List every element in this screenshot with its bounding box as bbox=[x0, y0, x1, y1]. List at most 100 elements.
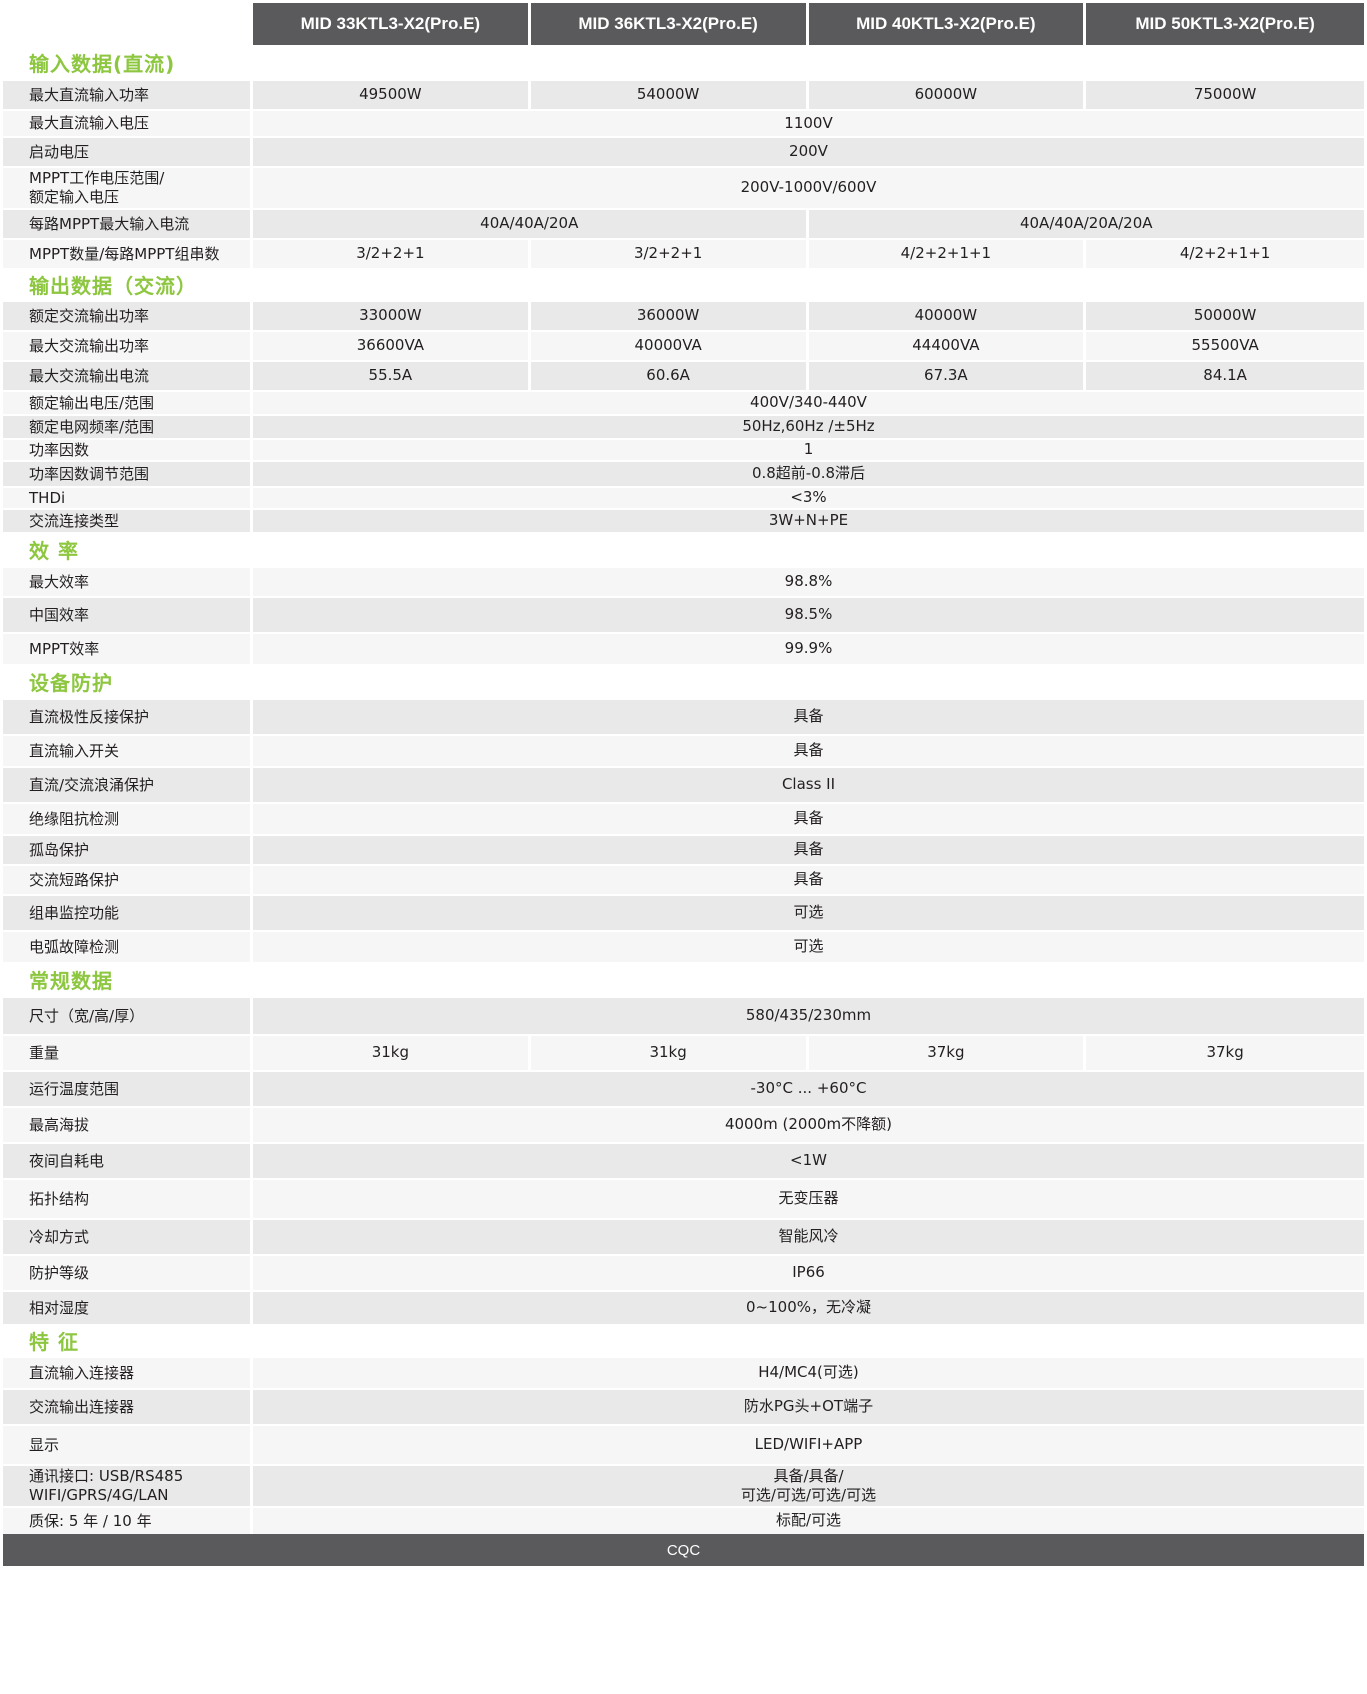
row-label: 孤岛保护 bbox=[3, 834, 253, 864]
table-row: 冷却方式 智能风冷 bbox=[3, 1218, 1364, 1254]
table-row: 功率因数 1 bbox=[3, 438, 1364, 460]
table-row: THDi <3% bbox=[3, 486, 1364, 508]
row-value: 55500VA bbox=[1086, 330, 1364, 360]
row-value: 75000W bbox=[1086, 79, 1364, 109]
row-value: 具备 bbox=[253, 698, 1364, 734]
row-value: 具备 bbox=[253, 802, 1364, 834]
table-row: 额定输出电压/范围 400V/340-440V bbox=[3, 390, 1364, 414]
model-header-1: MID 33KTL3-X2(Pro.E) bbox=[253, 3, 531, 45]
row-value: 0~100%，无冷凝 bbox=[253, 1290, 1364, 1324]
table-body: 输入数据(直流) 最大直流输入功率 49500W 54000W 60000W 75000W… bbox=[3, 45, 1364, 1534]
row-label: 中国效率 bbox=[3, 596, 253, 632]
row-label: 冷却方式 bbox=[3, 1218, 253, 1254]
row-value: 40A/40A/20A bbox=[253, 208, 809, 238]
table-row: MPPT数量/每路MPPT组串数 3/2+2+1 3/2+2+1 4/2+2+1+1 4… bbox=[3, 238, 1364, 268]
table-row: MPPT工作电压范围/ 额定输入电压 200V-1000V/600V bbox=[3, 166, 1364, 208]
table-row: 电弧故障检测 可选 bbox=[3, 930, 1364, 962]
row-value: <3% bbox=[253, 486, 1364, 508]
row-label: 最大直流输入功率 bbox=[3, 79, 253, 109]
table-header: MID 33KTL3-X2(Pro.E) MID 36KTL3-X2(Pro.E… bbox=[3, 3, 1364, 45]
row-value: 标配/可选 bbox=[253, 1506, 1364, 1534]
table-row: 额定电网频率/范围 50Hz,60Hz /±5Hz bbox=[3, 414, 1364, 438]
row-label: 相对湿度 bbox=[3, 1290, 253, 1324]
table-row: 通讯接口: USB/RS485 WIFI/GPRS/4G/LAN 具备/具备/ 可… bbox=[3, 1464, 1364, 1506]
table-row: 最大直流输入电压 1100V bbox=[3, 109, 1364, 136]
row-label: 功率因数 bbox=[3, 438, 253, 460]
table-row: 拓扑结构 无变压器 bbox=[3, 1178, 1364, 1218]
row-label: 每路MPPT最大输入电流 bbox=[3, 208, 253, 238]
row-label: 最大直流输入电压 bbox=[3, 109, 253, 136]
section-title: 输入数据(直流) bbox=[3, 45, 1364, 79]
row-value: 36600VA bbox=[253, 330, 531, 360]
row-value: <1W bbox=[253, 1142, 1364, 1178]
table-row: 运行温度范围 -30°C ... +60°C bbox=[3, 1070, 1364, 1106]
row-label: 交流连接类型 bbox=[3, 508, 253, 532]
row-value: 1 bbox=[253, 438, 1364, 460]
row-value: H4/MC4(可选) bbox=[253, 1356, 1364, 1388]
row-value: 具备/具备/ 可选/可选/可选/可选 bbox=[253, 1464, 1364, 1506]
table-row: 直流/交流浪涌保护 Class II bbox=[3, 766, 1364, 802]
row-value: 4/2+2+1+1 bbox=[1086, 238, 1364, 268]
row-label: 夜间自耗电 bbox=[3, 1142, 253, 1178]
header-blank-cell bbox=[3, 3, 253, 45]
row-value: 55.5A bbox=[253, 360, 531, 390]
table-row: 最大交流输出电流 55.5A 60.6A 67.3A 84.1A bbox=[3, 360, 1364, 390]
model-header-3: MID 40KTL3-X2(Pro.E) bbox=[808, 3, 1087, 45]
row-label: 功率因数调节范围 bbox=[3, 460, 253, 486]
row-value: 99.9% bbox=[253, 632, 1364, 664]
row-value: 50000W bbox=[1086, 300, 1364, 330]
section-row: 效 率 bbox=[3, 532, 1364, 566]
row-value: 44400VA bbox=[808, 330, 1087, 360]
row-label: 直流输入开关 bbox=[3, 734, 253, 766]
table-row: 直流输入开关 具备 bbox=[3, 734, 1364, 766]
row-label: 电弧故障检测 bbox=[3, 930, 253, 962]
certification-footer: CQC bbox=[3, 1534, 1364, 1566]
row-value: 31kg bbox=[530, 1034, 809, 1070]
row-value: 33000W bbox=[253, 300, 531, 330]
row-value: LED/WIFI+APP bbox=[253, 1424, 1364, 1464]
row-label: 拓扑结构 bbox=[3, 1178, 253, 1218]
row-value: 智能风冷 bbox=[253, 1218, 1364, 1254]
table-row: 最高海拔 4000m (2000m不降额) bbox=[3, 1106, 1364, 1142]
row-value: 37kg bbox=[1086, 1034, 1364, 1070]
section-row: 输出数据（交流） bbox=[3, 268, 1364, 300]
row-value: 580/435/230mm bbox=[253, 996, 1364, 1034]
table-row: 最大直流输入功率 49500W 54000W 60000W 75000W bbox=[3, 79, 1364, 109]
row-value: Class II bbox=[253, 766, 1364, 802]
row-label: 尺寸（宽/高/厚） bbox=[3, 996, 253, 1034]
row-value: 200V-1000V/600V bbox=[253, 166, 1364, 208]
row-label: 交流输出连接器 bbox=[3, 1388, 253, 1424]
row-label: 绝缘阻抗检测 bbox=[3, 802, 253, 834]
section-title: 输出数据（交流） bbox=[3, 268, 1364, 300]
row-label: 最大交流输出电流 bbox=[3, 360, 253, 390]
table-row: 中国效率 98.5% bbox=[3, 596, 1364, 632]
table-row: 组串监控功能 可选 bbox=[3, 894, 1364, 930]
table-row: 绝缘阻抗检测 具备 bbox=[3, 802, 1364, 834]
row-value: 67.3A bbox=[808, 360, 1087, 390]
row-value: IP66 bbox=[253, 1254, 1364, 1290]
row-label: 直流极性反接保护 bbox=[3, 698, 253, 734]
table-row: 最大交流输出功率 36600VA 40000VA 44400VA 55500VA bbox=[3, 330, 1364, 360]
row-label: MPPT效率 bbox=[3, 632, 253, 664]
row-value: 具备 bbox=[253, 834, 1364, 864]
row-value: 36000W bbox=[530, 300, 809, 330]
table-row: 最大效率 98.8% bbox=[3, 566, 1364, 596]
row-value: 具备 bbox=[253, 734, 1364, 766]
table-row: 直流输入连接器 H4/MC4(可选) bbox=[3, 1356, 1364, 1388]
spec-sheet: MID 33KTL3-X2(Pro.E) MID 36KTL3-X2(Pro.E… bbox=[0, 0, 1367, 1694]
row-label: MPPT数量/每路MPPT组串数 bbox=[3, 238, 253, 268]
row-value: 200V bbox=[253, 136, 1364, 166]
row-label: MPPT工作电压范围/ 额定输入电压 bbox=[3, 166, 253, 208]
row-value: 40000W bbox=[808, 300, 1087, 330]
row-label: 质保: 5 年 / 10 年 bbox=[3, 1506, 253, 1534]
table-row: 尺寸（宽/高/厚） 580/435/230mm bbox=[3, 996, 1364, 1034]
row-value: 可选 bbox=[253, 930, 1364, 962]
row-label: 最大交流输出功率 bbox=[3, 330, 253, 360]
section-row: 特 征 bbox=[3, 1324, 1364, 1356]
row-value: 98.8% bbox=[253, 566, 1364, 596]
row-value: 60000W bbox=[808, 79, 1087, 109]
row-label: 直流/交流浪涌保护 bbox=[3, 766, 253, 802]
row-value: 37kg bbox=[808, 1034, 1087, 1070]
row-label: 最大效率 bbox=[3, 566, 253, 596]
row-value: 54000W bbox=[530, 79, 809, 109]
